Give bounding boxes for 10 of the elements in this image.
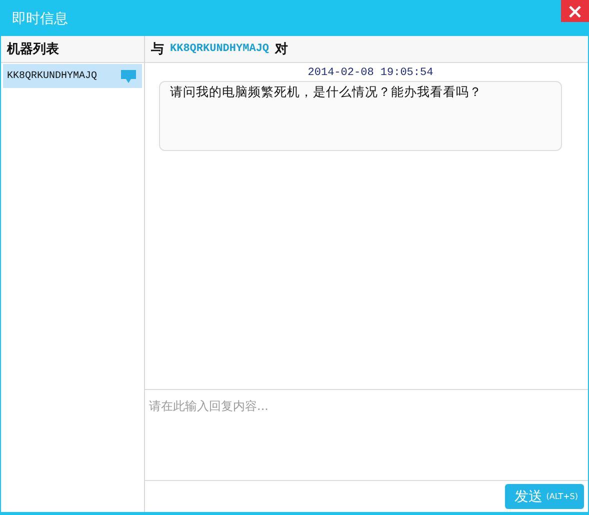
window-title: 即时信息	[12, 10, 68, 28]
sidebar-title: 机器列表	[7, 41, 59, 58]
chat-header-label: 与	[151, 41, 164, 58]
peer-name: KK8QRKUNDHYMAJQ	[170, 43, 270, 55]
close-button[interactable]: ×	[561, 0, 589, 22]
machine-item[interactable]: KK8QRKUNDHYMAJQ	[3, 64, 142, 88]
send-button[interactable]: 发送 (ALT+S)	[505, 484, 584, 509]
chat-header-label: 对	[275, 41, 288, 58]
message-bubble: 请问我的电脑频繁死机，是什么情况？能办我看看吗？	[159, 81, 562, 151]
message-time: 2014-02-08 19:05:54	[308, 67, 434, 79]
